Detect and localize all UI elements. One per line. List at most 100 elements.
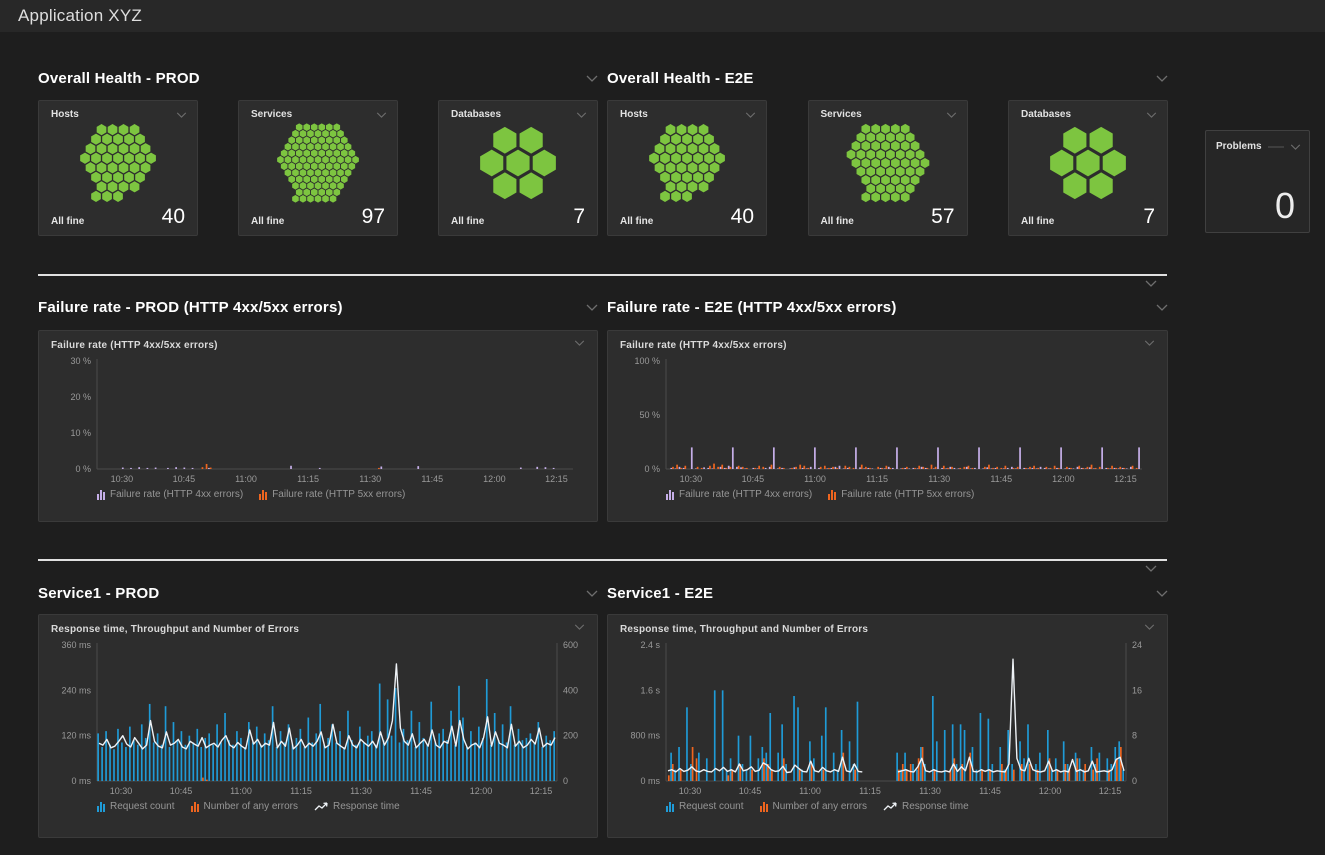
legend-label: Number of any errors [773, 801, 867, 812]
chevron-down-icon[interactable] [586, 75, 598, 82]
chevron-down-icon[interactable] [376, 112, 387, 118]
chevron-down-icon[interactable] [1145, 565, 1157, 572]
svg-text:11:45: 11:45 [990, 474, 1012, 484]
chevron-down-icon[interactable] [745, 112, 756, 118]
legend-item[interactable]: Response time [314, 801, 400, 812]
svg-text:10:30: 10:30 [110, 786, 133, 796]
bar-series-icon [191, 802, 199, 812]
legend-item[interactable]: Response time [883, 801, 969, 812]
health-status-label: All fine [251, 216, 284, 227]
chevron-down-icon[interactable] [1156, 590, 1168, 597]
svg-text:12:15: 12:15 [1114, 474, 1137, 484]
failure-rate-chart-e2e[interactable]: Failure rate (HTTP 4xx/5xx errors) 0 % 50… [607, 330, 1168, 522]
svg-text:12:00: 12:00 [1039, 786, 1062, 796]
svg-text:0 %: 0 % [644, 464, 660, 474]
section-header-failure-e2e: Failure rate - E2E (HTTP 4xx/5xx errors) [607, 299, 1168, 316]
chevron-down-icon[interactable] [574, 340, 585, 346]
health-tile-hosts-e2e[interactable]: Hosts All fine40 [607, 100, 767, 236]
health-tile-databases-prod[interactable]: Databases All fine7 [438, 100, 598, 236]
section-header-service-prod: Service1 - PROD [38, 585, 598, 602]
failure-rate-chart-prod[interactable]: Failure rate (HTTP 4xx/5xx errors) 0 %10… [38, 330, 598, 522]
svg-text:12:00: 12:00 [1052, 474, 1075, 484]
chart-legend: Request count Number of any errors Respons… [666, 801, 1155, 812]
honeycomb-chart [39, 122, 197, 204]
health-tile-databases-e2e[interactable]: Databases All fine7 [1008, 100, 1168, 236]
entity-count: 40 [162, 206, 185, 227]
entity-count: 57 [931, 206, 954, 227]
section-header-health-e2e: Overall Health - E2E [607, 70, 1168, 87]
chevron-down-icon[interactable] [1144, 624, 1155, 630]
top-bar: Application XYZ [0, 0, 1325, 32]
chevron-down-icon[interactable] [1156, 75, 1168, 82]
svg-text:8: 8 [1132, 731, 1137, 741]
legend-item[interactable]: Failure rate (HTTP 5xx errors) [828, 489, 974, 500]
bar-series-icon [760, 802, 768, 812]
tile-title: Databases [1021, 109, 1071, 120]
legend-item[interactable]: Failure rate (HTTP 5xx errors) [259, 489, 405, 500]
svg-text:11:00: 11:00 [235, 474, 257, 484]
svg-text:11:30: 11:30 [928, 474, 950, 484]
svg-text:11:00: 11:00 [804, 474, 826, 484]
chevron-down-icon[interactable] [1146, 112, 1157, 118]
entity-count: 7 [1143, 206, 1155, 227]
tile-title: Hosts [620, 109, 648, 120]
chevron-down-icon[interactable] [1290, 144, 1301, 150]
health-status-label: All fine [620, 216, 653, 227]
svg-text:800 ms: 800 ms [630, 731, 660, 741]
chevron-down-icon[interactable] [946, 112, 957, 118]
chevron-down-icon[interactable] [586, 590, 598, 597]
svg-text:11:15: 11:15 [297, 474, 319, 484]
section-title: Overall Health - PROD [38, 70, 200, 87]
chevron-down-icon[interactable] [1145, 280, 1157, 287]
chevron-down-icon[interactable] [176, 112, 187, 118]
svg-text:11:00: 11:00 [230, 786, 252, 796]
problems-tile[interactable]: Problems 0 [1205, 130, 1310, 233]
svg-text:12:15: 12:15 [530, 786, 553, 796]
entity-count: 7 [573, 206, 585, 227]
tile-title: Services [821, 109, 862, 120]
bar-series-icon [97, 802, 105, 812]
service-chart-prod[interactable]: Response time, Throughput and Number of … [38, 614, 598, 838]
chevron-down-icon[interactable] [1156, 304, 1168, 311]
chevron-down-icon[interactable] [1144, 340, 1155, 346]
legend-item[interactable]: Failure rate (HTTP 4xx errors) [97, 489, 243, 500]
svg-text:11:45: 11:45 [979, 786, 1001, 796]
svg-text:20 %: 20 % [70, 392, 91, 402]
chart-legend: Failure rate (HTTP 4xx errors) Failure ra… [97, 489, 585, 500]
chart-title: Failure rate (HTTP 4xx/5xx errors) [51, 340, 218, 351]
honeycomb-chart [608, 122, 766, 204]
svg-text:11:30: 11:30 [919, 786, 941, 796]
svg-text:1.6 s: 1.6 s [640, 685, 660, 695]
svg-text:2.4 s: 2.4 s [640, 640, 660, 650]
tile-title: Problems [1216, 141, 1262, 152]
health-tiles-prod: Hosts All fine40 Services All fine97 Dat… [38, 100, 598, 236]
legend-item[interactable]: Request count [97, 801, 175, 812]
legend-label: Request count [110, 801, 175, 812]
svg-text:11:45: 11:45 [410, 786, 432, 796]
chevron-down-icon[interactable] [574, 624, 585, 630]
service-chart-e2e[interactable]: Response time, Throughput and Number of … [607, 614, 1168, 838]
legend-item[interactable]: Request count [666, 801, 744, 812]
legend-label: Failure rate (HTTP 5xx errors) [272, 489, 405, 500]
legend-item[interactable]: Number of any errors [760, 801, 867, 812]
bar-series-icon [666, 802, 674, 812]
section-title: Failure rate - E2E (HTTP 4xx/5xx errors) [607, 299, 897, 316]
legend-label: Failure rate (HTTP 5xx errors) [841, 489, 974, 500]
chevron-down-icon[interactable] [586, 304, 598, 311]
health-tile-hosts-prod[interactable]: Hosts All fine40 [38, 100, 198, 236]
bar-series-icon [666, 490, 674, 500]
legend-item[interactable]: Number of any errors [191, 801, 298, 812]
svg-text:0 %: 0 % [75, 464, 91, 474]
legend-label: Response time [902, 801, 969, 812]
chevron-down-icon[interactable] [576, 112, 587, 118]
health-tile-services-prod[interactable]: Services All fine97 [238, 100, 398, 236]
legend-label: Number of any errors [204, 801, 298, 812]
section-title: Overall Health - E2E [607, 70, 754, 87]
line-series-icon [883, 802, 897, 812]
health-tile-services-e2e[interactable]: Services All fine57 [808, 100, 968, 236]
chart-title: Failure rate (HTTP 4xx/5xx errors) [620, 340, 787, 351]
svg-text:50 %: 50 % [639, 410, 660, 420]
legend-item[interactable]: Failure rate (HTTP 4xx errors) [666, 489, 812, 500]
svg-text:12:15: 12:15 [1099, 786, 1122, 796]
svg-text:0: 0 [1132, 776, 1137, 786]
